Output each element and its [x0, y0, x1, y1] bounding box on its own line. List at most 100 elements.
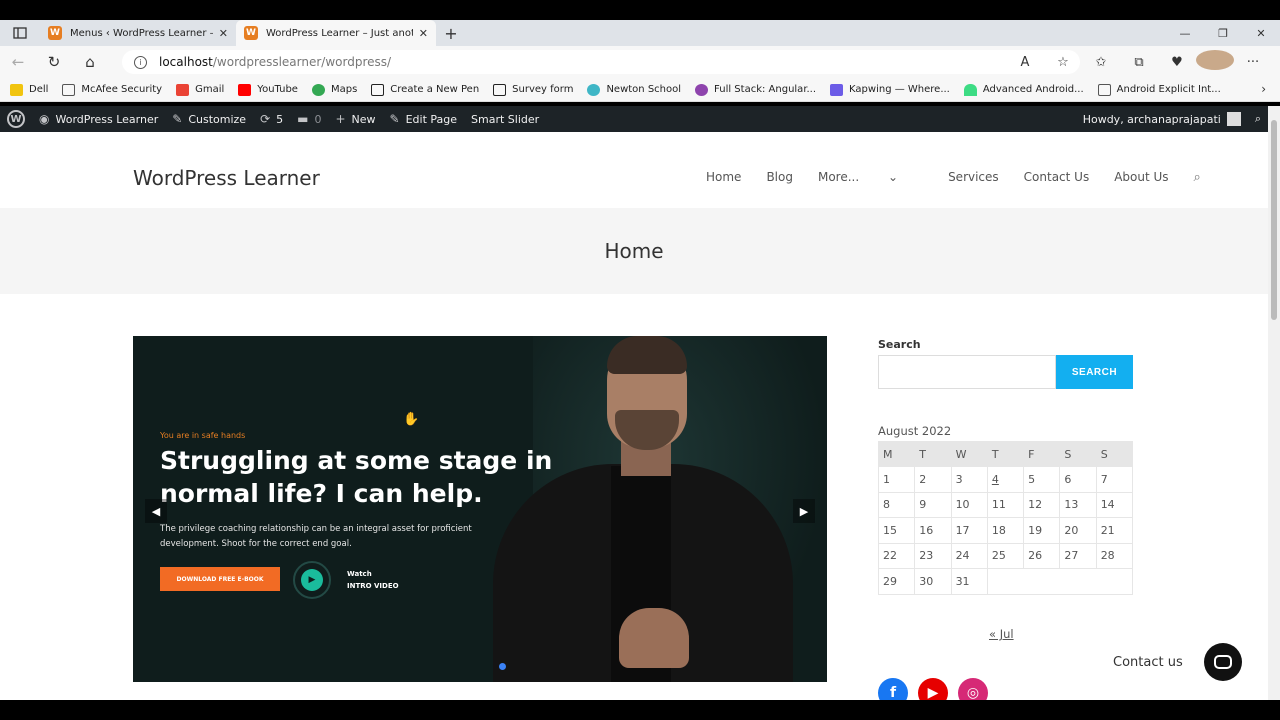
- calendar-day: 21: [1095, 517, 1134, 544]
- nav-contact-us[interactable]: Contact Us: [1024, 170, 1090, 185]
- slider-bullet[interactable]: [499, 663, 506, 670]
- favorites-icon[interactable]: ✩: [1082, 55, 1120, 70]
- play-video-button[interactable]: ▶: [293, 561, 331, 599]
- address-bar[interactable]: i localhost/wordpresslearner/wordpress/: [122, 50, 1080, 74]
- plus-icon: +: [335, 112, 346, 126]
- bookmark-newton[interactable]: Newton School: [587, 83, 681, 96]
- browser-toolbar: ← ↻ ⌂ i localhost/wordpresslearner/wordp…: [0, 46, 1280, 78]
- wp-customize-link[interactable]: ✎ Customize: [165, 106, 253, 132]
- scrollbar-thumb[interactable]: [1271, 120, 1277, 320]
- contact-us-label[interactable]: Contact us: [1105, 650, 1191, 674]
- nav-home[interactable]: Home: [706, 170, 741, 185]
- slider-prev-arrow-icon[interactable]: ◀: [145, 499, 167, 523]
- facebook-icon[interactable]: f: [878, 678, 908, 700]
- bookmark-maps[interactable]: Maps: [311, 83, 357, 96]
- reload-icon[interactable]: ↻: [36, 46, 72, 78]
- wp-account-menu[interactable]: Howdy, archanaprajapati: [1076, 106, 1248, 132]
- nav-services[interactable]: Services: [948, 170, 999, 185]
- calendar-day: 9: [914, 491, 952, 518]
- tab-actions-icon[interactable]: [0, 20, 40, 46]
- calendar-day: 11: [986, 491, 1025, 518]
- android-icon: [963, 83, 977, 96]
- nav-about-us[interactable]: About Us: [1114, 170, 1168, 185]
- add-favorite-icon[interactable]: ☆: [1044, 55, 1082, 70]
- wp-site-link[interactable]: ◉ WordPress Learner: [32, 106, 165, 132]
- home-icon[interactable]: ⌂: [72, 46, 108, 78]
- close-window-icon[interactable]: ✕: [1242, 20, 1280, 46]
- contact-chat-button[interactable]: [1204, 643, 1242, 681]
- wordpress-favicon-icon: W: [244, 26, 258, 40]
- slide-headline: Struggling at some stage in normal life?…: [160, 446, 553, 508]
- chevron-right-icon[interactable]: ›: [1261, 82, 1266, 96]
- read-aloud-icon[interactable]: A: [1006, 55, 1044, 70]
- maximize-icon[interactable]: ❐: [1204, 20, 1242, 46]
- wp-smart-slider-link[interactable]: Smart Slider: [464, 106, 546, 132]
- smart-slider[interactable]: You are in safe hands Struggling at some…: [133, 336, 827, 682]
- wp-search-icon[interactable]: ⌕: [1248, 106, 1268, 132]
- wp-updates-link[interactable]: ⟳ 5: [253, 106, 290, 132]
- bookmark-android-intent[interactable]: Android Explicit Int...: [1097, 83, 1221, 96]
- calendar-day: 10: [950, 491, 988, 518]
- calendar-day: 24: [950, 542, 988, 569]
- calendar-day: 18: [986, 517, 1025, 544]
- bookmark-codepen[interactable]: Create a New Pen: [371, 83, 479, 96]
- bookmark-kapwing[interactable]: Kapwing — Where...: [830, 83, 950, 96]
- health-icon[interactable]: ♥: [1158, 55, 1196, 70]
- wp-admin-bar: W ◉ WordPress Learner ✎ Customize ⟳ 5 ▬ 0 + N…: [0, 106, 1268, 132]
- search-icon[interactable]: ⌕: [1194, 170, 1201, 185]
- calendar-week: 29 30 31: [877, 568, 1134, 595]
- bookmark-android[interactable]: Advanced Android...: [963, 83, 1084, 96]
- bookmark-youtube[interactable]: YouTube: [238, 83, 298, 96]
- page-scrollbar[interactable]: [1268, 106, 1280, 700]
- slider-next-arrow-icon[interactable]: ▶: [793, 499, 815, 523]
- slide-description: The privilege coaching relationship can …: [160, 524, 472, 549]
- url-host: localhost: [159, 55, 213, 69]
- bookmark-mcafee[interactable]: McAfee Security: [62, 83, 162, 96]
- calendar-prev-month-link[interactable]: « Jul: [989, 627, 1014, 641]
- minimize-icon[interactable]: —: [1166, 20, 1204, 46]
- youtube-icon[interactable]: ▶: [918, 678, 948, 700]
- new-tab-icon[interactable]: +: [436, 20, 466, 46]
- calendar-day: 1: [877, 466, 916, 493]
- calendar-day-link[interactable]: 4: [986, 466, 1025, 493]
- nav-more[interactable]: More... ⌄: [818, 170, 923, 185]
- bookmark-gmail[interactable]: Gmail: [176, 83, 224, 96]
- watch-intro-label[interactable]: Watch INTRO VIDEO: [347, 568, 399, 592]
- newton-icon: [587, 83, 601, 96]
- page-title: Home: [604, 239, 664, 263]
- calendar-day: 15: [877, 517, 916, 544]
- window-controls: — ❐ ✕: [1166, 20, 1280, 46]
- wp-edit-page-link[interactable]: ✎ Edit Page: [383, 106, 465, 132]
- wordpress-logo-icon: W: [7, 110, 25, 128]
- user-avatar: [1226, 112, 1241, 126]
- download-ebook-button[interactable]: DOWNLOAD FREE E-BOOK: [160, 567, 280, 591]
- bookmark-fullstack[interactable]: Full Stack: Angular...: [695, 83, 816, 96]
- site-info-icon[interactable]: i: [134, 55, 147, 69]
- calendar-day: 29: [877, 568, 916, 595]
- tab-wordpress-learner[interactable]: W WordPress Learner – Just anothe ✕: [236, 20, 436, 46]
- nav-blog[interactable]: Blog: [766, 170, 793, 185]
- close-tab-icon[interactable]: ✕: [419, 27, 428, 40]
- updates-icon: ⟳: [260, 112, 271, 126]
- tab-menus[interactable]: W Menus ‹ WordPress Learner — W ✕: [40, 20, 236, 46]
- bookmark-survey[interactable]: Survey form: [493, 83, 573, 96]
- back-icon[interactable]: ←: [0, 46, 36, 78]
- wp-new-link[interactable]: + New: [328, 106, 382, 132]
- instagram-icon[interactable]: ◎: [958, 678, 988, 700]
- collections-icon[interactable]: ⧉: [1120, 55, 1158, 70]
- wp-comments-link[interactable]: ▬ 0: [290, 106, 328, 132]
- search-button[interactable]: SEARCH: [1056, 355, 1133, 389]
- codepen-icon: [493, 83, 507, 96]
- search-input[interactable]: [878, 355, 1056, 389]
- web-page: WordPress Learner Home Blog More... ⌄ Se…: [0, 132, 1268, 700]
- calendar-week: 22 23 24 25 26 27 28: [877, 542, 1134, 569]
- calendar-day: 25: [986, 542, 1025, 569]
- close-tab-icon[interactable]: ✕: [219, 27, 228, 40]
- site-title[interactable]: WordPress Learner: [133, 166, 320, 190]
- weekday-header: M: [877, 441, 916, 467]
- profile-avatar[interactable]: [1196, 50, 1234, 74]
- calendar-day: 22: [877, 542, 916, 569]
- wp-logo-button[interactable]: W: [0, 106, 32, 132]
- more-options-icon[interactable]: ···: [1234, 55, 1272, 70]
- bookmark-dell[interactable]: Dell: [10, 83, 48, 96]
